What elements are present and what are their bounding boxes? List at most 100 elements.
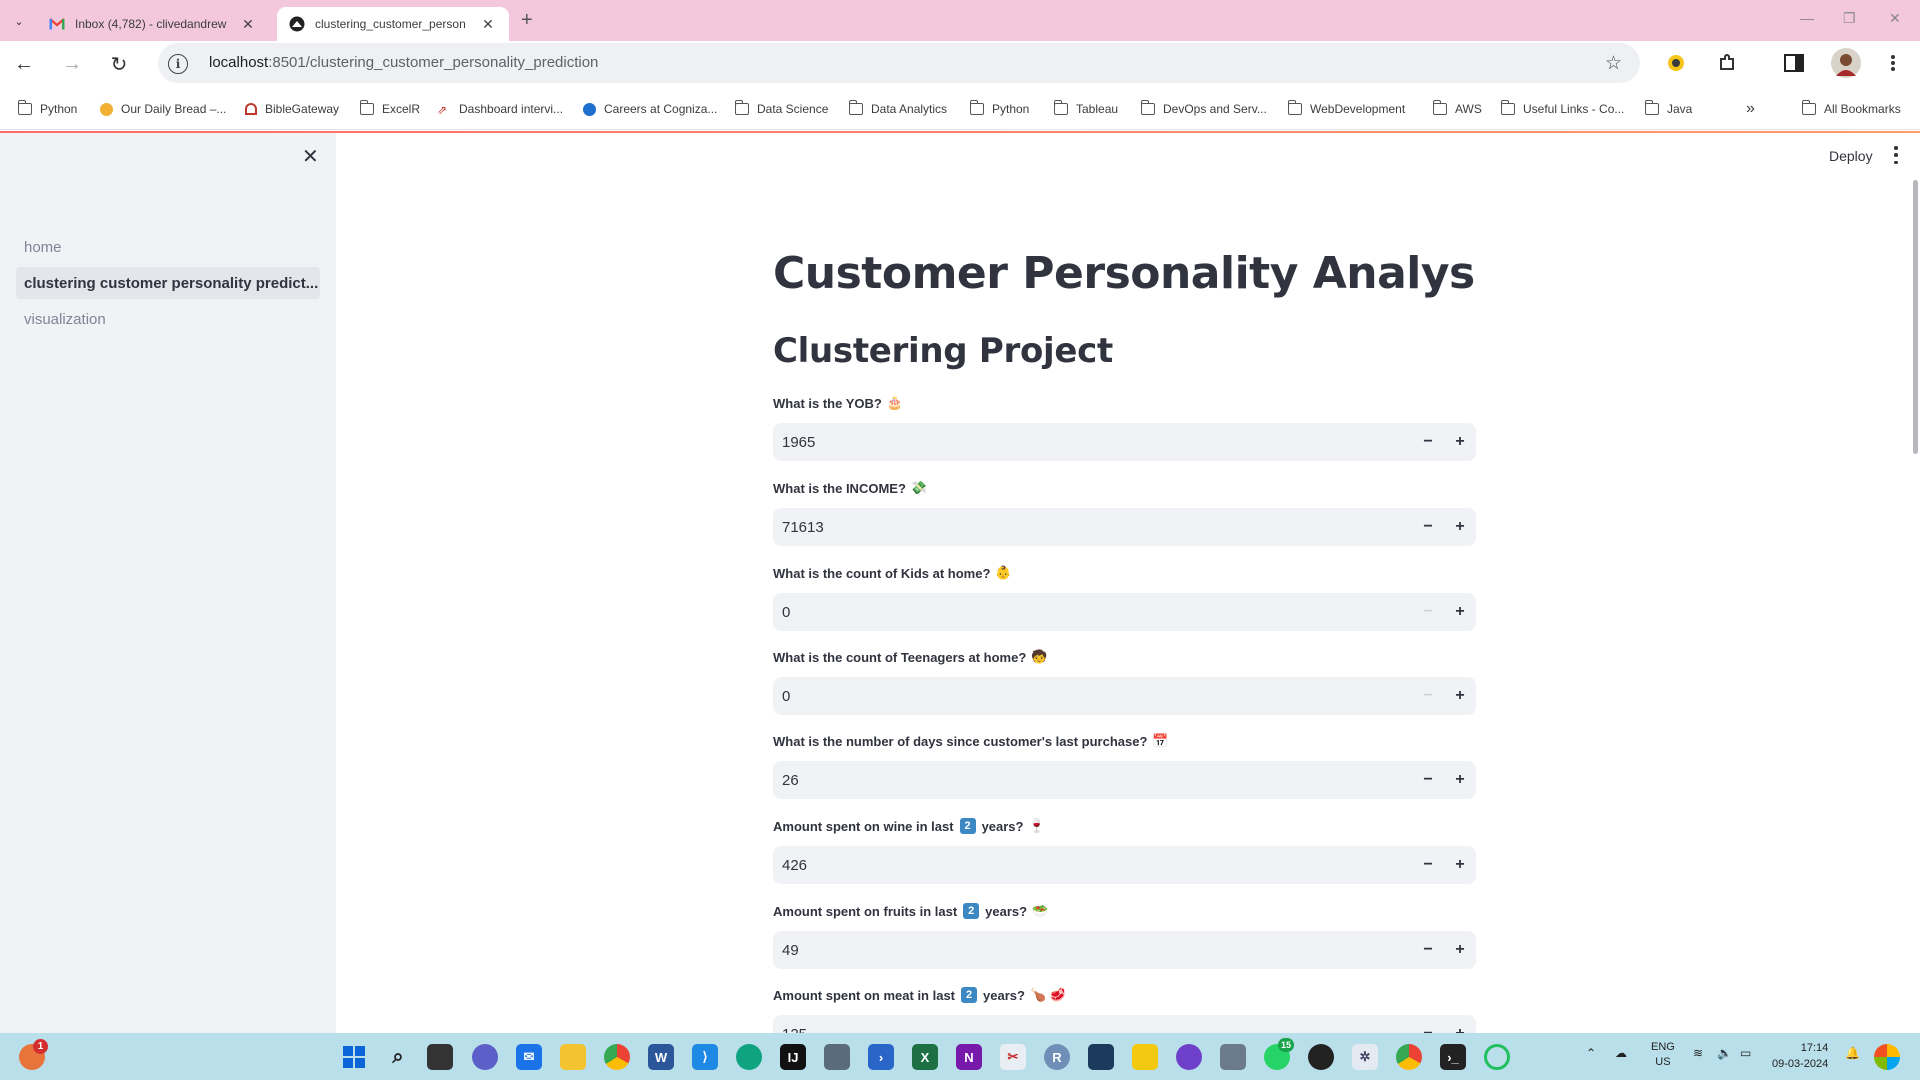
browser-menu-icon[interactable] bbox=[1880, 50, 1906, 76]
input-value[interactable]: 26 bbox=[773, 772, 1476, 789]
side-panel-icon[interactable] bbox=[1781, 50, 1807, 76]
mail-icon[interactable]: ✉ bbox=[516, 1044, 542, 1070]
site-info-icon[interactable]: i bbox=[168, 54, 188, 74]
screen-tool-icon[interactable] bbox=[824, 1044, 850, 1070]
decrement-button[interactable]: − bbox=[1412, 677, 1444, 715]
bookmark-aws[interactable]: AWS bbox=[1432, 100, 1482, 118]
increment-button[interactable]: + bbox=[1444, 1015, 1476, 1033]
word-icon[interactable]: W bbox=[648, 1044, 674, 1070]
teams-chat-icon[interactable] bbox=[472, 1044, 498, 1070]
r-icon[interactable]: R bbox=[1044, 1044, 1070, 1070]
language-indicator[interactable]: ENG US bbox=[1651, 1040, 1675, 1070]
bookmark-excelr[interactable]: ExcelR bbox=[359, 100, 420, 118]
decrement-button[interactable]: − bbox=[1412, 423, 1444, 461]
bookmark-data-science[interactable]: Data Science bbox=[734, 100, 828, 118]
income-number-input[interactable]: 71613 − + bbox=[773, 508, 1476, 546]
teenagers-number-input[interactable]: 0 − + bbox=[773, 677, 1476, 715]
bookmark-star-icon[interactable]: ☆ bbox=[1605, 52, 1622, 75]
window-close-icon[interactable]: ✕ bbox=[1889, 10, 1901, 27]
onedrive-icon[interactable]: ☁ bbox=[1615, 1046, 1627, 1060]
bookmark-data-analytics[interactable]: Data Analytics bbox=[848, 100, 947, 118]
tray-chevron-icon[interactable]: ⌃ bbox=[1586, 1046, 1596, 1060]
notification-bell-icon[interactable]: 🔔 bbox=[1845, 1046, 1860, 1060]
calculator-icon[interactable] bbox=[1220, 1044, 1246, 1070]
bookmark-tableau[interactable]: Tableau bbox=[1053, 100, 1118, 118]
clock[interactable]: 17:14 09-03-2024 bbox=[1772, 1040, 1828, 1072]
increment-button[interactable]: + bbox=[1444, 593, 1476, 631]
more-bookmarks-icon[interactable]: » bbox=[1746, 100, 1755, 118]
increment-button[interactable]: + bbox=[1444, 846, 1476, 884]
task-view-icon[interactable] bbox=[427, 1044, 453, 1070]
restore-icon[interactable]: ❐ bbox=[1843, 10, 1856, 27]
bookmark-java[interactable]: Java bbox=[1644, 100, 1692, 118]
increment-button[interactable]: + bbox=[1444, 761, 1476, 799]
power-bi-icon[interactable] bbox=[1132, 1044, 1158, 1070]
snipping-tool-icon[interactable]: ✂ bbox=[1000, 1044, 1026, 1070]
fruits-number-input[interactable]: 49 − + bbox=[773, 931, 1476, 969]
recency-number-input[interactable]: 26 − + bbox=[773, 761, 1476, 799]
sidebar-item-home[interactable]: home bbox=[16, 231, 320, 263]
sql-server-icon[interactable] bbox=[1088, 1044, 1114, 1070]
decrement-button[interactable]: − bbox=[1412, 508, 1444, 546]
profile-avatar[interactable] bbox=[1830, 47, 1862, 79]
bookmark-python-2[interactable]: Python bbox=[969, 100, 1029, 118]
vscode-icon[interactable]: ⟩ bbox=[692, 1044, 718, 1070]
increment-button[interactable]: + bbox=[1444, 508, 1476, 546]
kids-number-input[interactable]: 0 − + bbox=[773, 593, 1476, 631]
decrement-button[interactable]: − bbox=[1412, 593, 1444, 631]
chrome-profile-icon[interactable] bbox=[1396, 1044, 1422, 1070]
obs-icon[interactable] bbox=[1308, 1044, 1334, 1070]
wifi-icon[interactable]: ≋ bbox=[1693, 1046, 1703, 1060]
decrement-button[interactable]: − bbox=[1412, 761, 1444, 799]
bookmark-python[interactable]: Python bbox=[17, 100, 77, 118]
decrement-button[interactable]: − bbox=[1412, 931, 1444, 969]
bookmark-dashboard-interview[interactable]: ⇗ Dashboard intervi... bbox=[437, 100, 563, 118]
yob-number-input[interactable]: 1965 − + bbox=[773, 423, 1476, 461]
deploy-button[interactable]: Deploy bbox=[1829, 148, 1873, 164]
decrement-button[interactable]: − bbox=[1412, 1015, 1444, 1033]
new-tab-icon[interactable]: + bbox=[521, 9, 533, 32]
sidebar-item-visualization[interactable]: visualization bbox=[16, 303, 320, 335]
battery-icon[interactable]: ▭ bbox=[1740, 1046, 1751, 1060]
terminal-icon[interactable]: ›_ bbox=[1440, 1044, 1466, 1070]
input-value[interactable]: 49 bbox=[773, 942, 1476, 959]
app-menu-icon[interactable] bbox=[1893, 146, 1899, 164]
tab-clustering-app[interactable]: clustering_customer_person ✕ bbox=[277, 7, 509, 41]
forward-arrow-icon[interactable]: → bbox=[58, 50, 86, 78]
jetbrains-icon[interactable]: IJ bbox=[780, 1044, 806, 1070]
file-explorer-icon[interactable] bbox=[560, 1044, 586, 1070]
sidebar-item-clustering[interactable]: clustering customer personality predict.… bbox=[16, 267, 320, 299]
wine-number-input[interactable]: 426 − + bbox=[773, 846, 1476, 884]
loading-app-icon[interactable] bbox=[1484, 1044, 1510, 1070]
extensions-puzzle-icon[interactable] bbox=[1714, 50, 1740, 76]
chrome-icon[interactable] bbox=[604, 1044, 630, 1070]
powershell-icon[interactable]: › bbox=[868, 1044, 894, 1070]
onenote-icon[interactable]: N bbox=[956, 1044, 982, 1070]
windows-start-icon[interactable] bbox=[341, 1044, 367, 1070]
input-value[interactable]: 125 bbox=[773, 1026, 1476, 1034]
close-sidebar-icon[interactable]: ✕ bbox=[302, 144, 319, 169]
bookmark-devops[interactable]: DevOps and Serv... bbox=[1140, 100, 1267, 118]
increment-button[interactable]: + bbox=[1444, 677, 1476, 715]
close-tab-icon[interactable]: ✕ bbox=[239, 16, 257, 33]
tab-gmail-inbox[interactable]: Inbox (4,782) - clivedandrew ✕ bbox=[37, 7, 269, 41]
volume-icon[interactable]: 🔈 bbox=[1717, 1046, 1732, 1060]
input-value[interactable]: 1965 bbox=[773, 434, 1476, 451]
url-text[interactable]: localhost:8501/clustering_customer_perso… bbox=[209, 54, 598, 71]
all-bookmarks-button[interactable]: All Bookmarks bbox=[1801, 100, 1901, 118]
bookmark-biblegateway[interactable]: BibleGateway bbox=[245, 100, 339, 118]
github-desktop-icon[interactable] bbox=[1176, 1044, 1202, 1070]
copilot-icon[interactable] bbox=[1874, 1044, 1900, 1070]
close-tab-icon[interactable]: ✕ bbox=[479, 16, 497, 33]
tab-search-chevron-icon[interactable]: ⌄ bbox=[8, 10, 30, 32]
back-arrow-icon[interactable]: ← bbox=[10, 50, 38, 78]
increment-button[interactable]: + bbox=[1444, 931, 1476, 969]
increment-button[interactable]: + bbox=[1444, 423, 1476, 461]
input-value[interactable]: 0 bbox=[773, 604, 1476, 621]
input-value[interactable]: 0 bbox=[773, 688, 1476, 705]
excel-icon[interactable]: X bbox=[912, 1044, 938, 1070]
network-app-icon[interactable]: ✲ bbox=[1352, 1044, 1378, 1070]
bookmark-our-daily-bread[interactable]: Our Daily Bread –... bbox=[100, 100, 226, 118]
reload-icon[interactable]: ↻ bbox=[105, 50, 133, 78]
decrement-button[interactable]: − bbox=[1412, 846, 1444, 884]
